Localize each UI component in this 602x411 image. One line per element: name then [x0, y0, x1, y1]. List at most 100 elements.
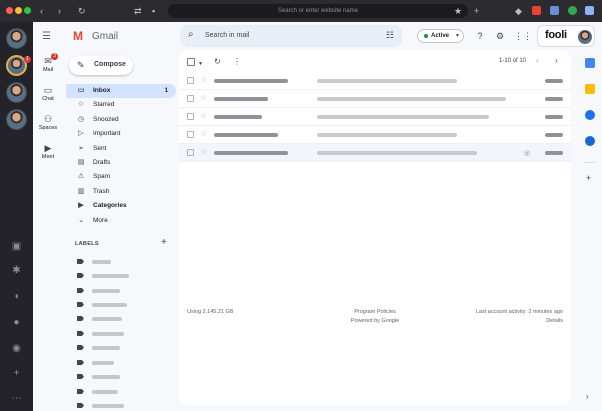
row-checkbox[interactable]: [187, 95, 194, 102]
star-icon[interactable]: ☆: [200, 93, 207, 102]
extension-grid-icon[interactable]: [585, 6, 594, 15]
program-policies-link[interactable]: Program Policies: [329, 308, 421, 317]
nav-item-sent[interactable]: ➢ Sent: [66, 142, 176, 156]
nav-item-categories[interactable]: ▶ Categories: [66, 199, 176, 213]
close-window-button[interactable]: [6, 7, 13, 14]
row-checkbox[interactable]: [187, 77, 194, 84]
avatar[interactable]: [6, 109, 27, 130]
gmail-extension-icon[interactable]: [532, 6, 541, 15]
more-apps-icon[interactable]: ⋯: [10, 392, 23, 405]
rail-item-spaces[interactable]: ⚇ Spaces: [33, 114, 63, 132]
rail-mail-label: Mail: [42, 67, 54, 73]
nav-item-inbox[interactable]: ▭ Inbox 1: [66, 84, 176, 99]
table-row[interactable]: ☆: [179, 108, 571, 126]
messenger-icon[interactable]: ◉: [10, 342, 23, 355]
back-icon[interactable]: ‹: [40, 5, 43, 17]
row-checkbox[interactable]: [187, 131, 194, 138]
pinterest-icon[interactable]: ●: [10, 316, 23, 329]
avatar[interactable]: [578, 30, 592, 44]
avatar-active[interactable]: 1: [6, 55, 31, 76]
maximize-window-button[interactable]: [24, 7, 31, 14]
search-input[interactable]: Search in mail: [205, 32, 249, 39]
rail-item-chat[interactable]: ▭ Chat: [33, 85, 63, 103]
nav-label: Categories: [93, 202, 127, 210]
more-options-icon[interactable]: ⋮: [233, 57, 241, 67]
inbox-count: 1: [164, 88, 168, 94]
bookmark-star-icon[interactable]: ★: [454, 5, 462, 17]
new-tab-icon[interactable]: +: [474, 5, 479, 17]
twitter-icon[interactable]: ◖: [10, 290, 23, 303]
nav-item-starred[interactable]: ☆ Starred: [66, 98, 176, 112]
refresh-icon[interactable]: ↻: [214, 57, 221, 67]
help-icon[interactable]: ?: [474, 30, 486, 42]
add-label-icon[interactable]: +: [161, 237, 167, 248]
nav-item-drafts[interactable]: ▤ Drafts: [66, 156, 176, 170]
nav-item-trash[interactable]: ▥ Trash: [66, 185, 176, 199]
search-icon: ⌕: [188, 29, 194, 40]
star-icon[interactable]: ☆: [200, 147, 207, 156]
reload-icon[interactable]: ↻: [78, 5, 86, 17]
account-switcher[interactable]: fooli: [537, 25, 595, 47]
nav-label: Inbox: [93, 87, 111, 94]
add-addon-icon[interactable]: +: [586, 173, 591, 183]
extensions-icon[interactable]: ◆: [515, 5, 522, 17]
rail-item-mail[interactable]: ✉ 3 Mail: [33, 53, 63, 74]
chevron-right-icon[interactable]: ›: [586, 392, 589, 401]
slack-icon[interactable]: ✱: [10, 264, 23, 277]
calendar-icon[interactable]: [585, 58, 595, 68]
compose-button[interactable]: ✎ Compose: [69, 56, 133, 75]
rail-spaces-label: Spaces: [38, 125, 58, 131]
rail-item-meet[interactable]: ▶ Meet: [33, 143, 63, 161]
star-icon[interactable]: ☆: [200, 129, 207, 138]
select-all-checkbox[interactable]: [187, 58, 195, 66]
keep-icon[interactable]: [585, 84, 595, 94]
tabs-icon[interactable]: ⇄: [134, 5, 142, 17]
linkedin-icon[interactable]: ▣: [10, 240, 23, 253]
contacts-icon[interactable]: [585, 136, 595, 146]
lock-icon: ▪: [152, 6, 156, 16]
forward-icon[interactable]: ›: [58, 5, 61, 17]
search-options-icon[interactable]: ☷: [386, 30, 394, 41]
star-icon[interactable]: ☆: [200, 111, 207, 120]
inbox-icon: ▭: [77, 87, 85, 94]
nav-item-important[interactable]: ▷ Important: [66, 127, 176, 141]
extension-blue-icon[interactable]: [550, 6, 559, 15]
row-checkbox[interactable]: [187, 113, 194, 120]
gmail-m-icon: M: [73, 29, 83, 43]
avatar[interactable]: [6, 82, 27, 103]
nav-label: Important: [93, 130, 121, 138]
url-bar[interactable]: Search or enter website name: [168, 4, 468, 18]
details-link[interactable]: Details: [439, 317, 563, 326]
add-app-icon[interactable]: +: [10, 367, 23, 380]
extension-green-icon[interactable]: [568, 6, 577, 15]
table-row[interactable]: ☆: [179, 90, 571, 108]
table-row[interactable]: ☆: [179, 126, 571, 144]
compose-label: Compose: [94, 61, 126, 68]
row-checkbox[interactable]: [187, 149, 194, 156]
nav-label: Trash: [93, 187, 110, 195]
search-bar[interactable]: ⌕ Search in mail ☷: [180, 25, 402, 47]
table-row[interactable]: ☆ ◎: [179, 144, 571, 162]
apps-grid-icon[interactable]: ⋮⋮: [514, 30, 532, 42]
star-icon[interactable]: ☆: [200, 75, 207, 84]
table-row[interactable]: ☆: [179, 72, 571, 90]
avatar[interactable]: [6, 28, 27, 49]
chevron-left-icon[interactable]: ‹: [536, 56, 539, 65]
tasks-icon[interactable]: [585, 110, 595, 120]
chevron-right-icon[interactable]: ›: [555, 56, 558, 65]
caret-down-icon[interactable]: ▼: [198, 59, 203, 69]
important-icon: ▷: [78, 130, 84, 138]
spam-icon: ⚠: [77, 173, 85, 181]
nav-item-spam[interactable]: ⚠ Spam: [66, 170, 176, 184]
mail-nav: ▭ Inbox 1 ☆ Starred ◷ Snoozed ▷ Importan…: [66, 84, 176, 228]
minimize-window-button[interactable]: [15, 7, 22, 14]
star-icon: ☆: [77, 101, 85, 109]
account-activity: Last account activity: 2 minutes ago Det…: [439, 308, 563, 326]
main-menu-icon[interactable]: ☰: [42, 31, 51, 42]
mail-icon: ✉: [44, 56, 52, 66]
pencil-icon: ✎: [77, 60, 85, 70]
gear-icon[interactable]: ⚙: [494, 30, 506, 42]
nav-item-more[interactable]: ⌄ More: [66, 214, 176, 228]
status-selector[interactable]: Active ▼: [417, 29, 464, 43]
nav-item-snoozed[interactable]: ◷ Snoozed: [66, 113, 176, 127]
